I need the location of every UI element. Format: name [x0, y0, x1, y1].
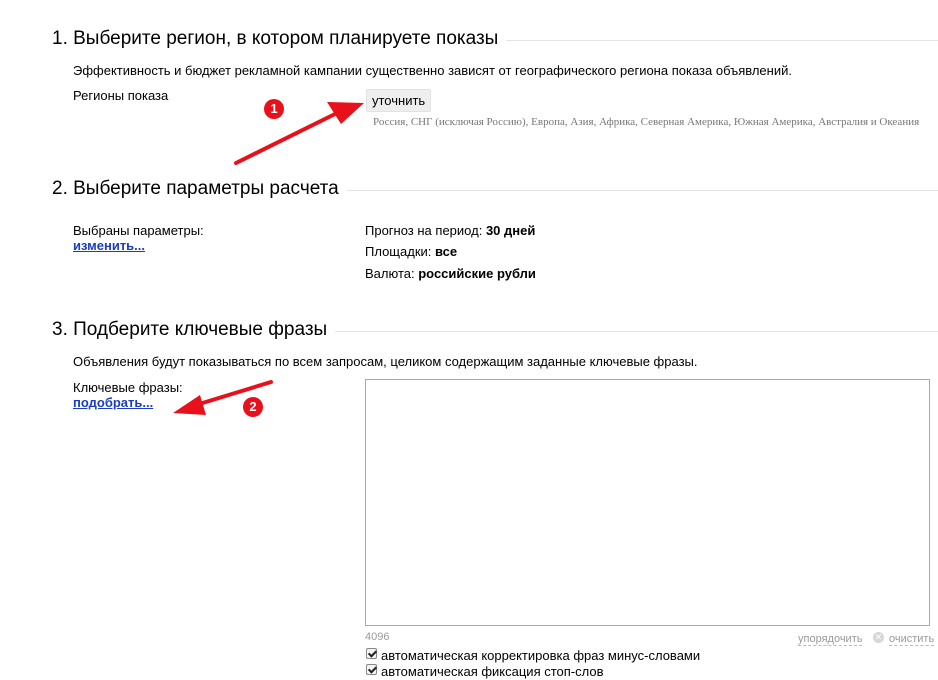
- annotation-marker-1: 1: [264, 99, 284, 119]
- annotation-marker-2: 2: [243, 397, 263, 417]
- arrow-1-icon: [234, 102, 364, 165]
- annotation-arrows: [173, 102, 364, 415]
